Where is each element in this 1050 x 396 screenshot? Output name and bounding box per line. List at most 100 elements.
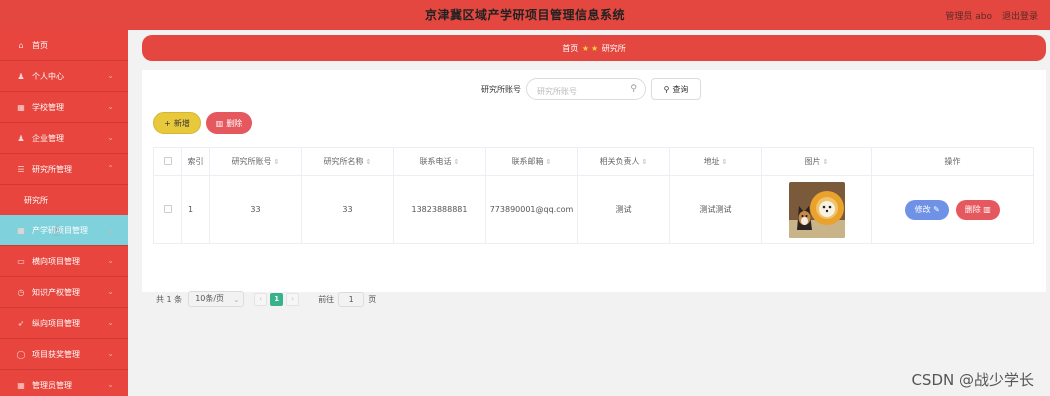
logout-link[interactable]: 退出登录 (1002, 9, 1038, 22)
school-icon: ▦ (17, 102, 25, 112)
sort-icon[interactable]: ⇕ (366, 158, 372, 166)
query-button-label: 查询 (672, 84, 689, 94)
sidebar-item-label: 首页 (32, 40, 48, 50)
circle-icon: ◯ (16, 349, 26, 359)
list-icon: ☰ (17, 164, 25, 174)
select-all-checkbox[interactable] (163, 156, 172, 165)
sidebar-item-label: 知识产权管理 (32, 287, 80, 297)
pagination: 共 1 条 10条/页 ⌄ ‹ 1 › 前往 1 页 (156, 290, 376, 308)
send-icon: ➶ (17, 318, 25, 328)
sort-icon[interactable]: ⇕ (642, 158, 648, 166)
edit-icon: ✎ (933, 204, 940, 214)
sidebar-item-enterprise[interactable]: ♟ 企业管理 ⌄ (0, 123, 128, 154)
row-delete-button[interactable]: 删除 ▥ (955, 199, 1000, 220)
chevron-down-icon: ⌄ (107, 256, 114, 265)
cell-address: 测试测试 (669, 175, 762, 244)
sort-icon[interactable]: ⇕ (722, 158, 728, 166)
sidebar-item-school[interactable]: ▦ 学校管理 ⌄ (0, 92, 128, 123)
column-header[interactable]: 研究所账号 ⇕ (209, 147, 302, 176)
sidebar-item-horizontal-project[interactable]: ▭ 横向项目管理 ⌄ (0, 246, 128, 277)
doc-icon: ▭ (17, 256, 25, 266)
cell-phone: 13823888881 (393, 175, 486, 244)
grid-icon: ▦ (17, 225, 25, 235)
star-icon: ★ (591, 44, 599, 53)
sidebar-item-institute-mgmt[interactable]: ☰ 研究所管理 ⌃ (0, 154, 128, 185)
sidebar-item-project-mgmt[interactable]: ▦ 产学研项目管理 ⌄ ☝ (0, 215, 128, 246)
search-label: 研究所账号 (481, 85, 521, 94)
delete-button[interactable]: ▥ 删除 (206, 112, 252, 134)
search-icon: ⚲ (663, 84, 670, 94)
home-icon: ⌂ (18, 40, 24, 50)
cell-account: 33 (209, 175, 302, 244)
column-header[interactable]: 图片 ⇕ (761, 147, 872, 176)
edit-button[interactable]: 修改 ✎ (905, 199, 950, 220)
sidebar: ⌂ 首页 ♟ 个人中心 ⌄ ▦ 学校管理 ⌄ ♟ 企业管理 ⌄ ☰ 研究所管理 … (0, 30, 128, 396)
page-number-button[interactable]: 1 (270, 292, 284, 306)
column-header[interactable]: 联系电话 ⇕ (393, 147, 486, 176)
user-icon: ♟ (17, 71, 25, 81)
sidebar-item-label: 学校管理 (32, 102, 64, 112)
table-header-row: 索引 研究所账号 ⇕ 研究所名称 ⇕ 联系电话 ⇕ 联系邮箱 ⇕ 相关负责人 ⇕ 地址 ⇕ … (153, 147, 1034, 176)
column-header[interactable]: 研究所名称 ⇕ (301, 147, 394, 176)
total-count: 共 1 条 (156, 294, 183, 304)
sidebar-item-label: 研究所 (24, 195, 48, 205)
add-button-label: 新增 (173, 118, 190, 128)
cell-image (761, 175, 872, 244)
sidebar-item-admin[interactable]: ▦ 管理员管理 ⌄ (0, 370, 128, 396)
goto-suffix: 页 (368, 294, 377, 304)
column-header[interactable]: 相关负责人 ⇕ (577, 147, 670, 176)
cell-email: 773890001@qq.com (485, 175, 578, 244)
chevron-down-icon: ⌄ (233, 296, 240, 304)
sort-icon[interactable]: ⇕ (274, 158, 280, 166)
add-button[interactable]: + 新增 (153, 112, 201, 134)
column-header[interactable]: 地址 ⇕ (669, 147, 762, 176)
search-field[interactable]: ⚲ (526, 78, 646, 102)
sort-icon[interactable]: ⇕ (823, 158, 829, 166)
watermark: CSDN @战少学长 (911, 371, 1034, 389)
user-icon: ♟ (17, 133, 25, 143)
cell-name: 33 (301, 175, 394, 244)
sidebar-item-label: 企业管理 (32, 133, 64, 143)
sidebar-item-award[interactable]: ◯ 项目获奖管理 ⌄ (0, 339, 128, 370)
column-header: 索引 (181, 147, 210, 176)
chevron-up-icon: ⌃ (107, 164, 114, 173)
app-title: 京津冀区域产学研项目管理信息系统 (424, 8, 625, 22)
chevron-down-icon: ⌄ (107, 349, 114, 358)
sidebar-item-ip[interactable]: ◷ 知识产权管理 ⌄ (0, 277, 128, 308)
plus-icon: + (164, 118, 171, 128)
chevron-down-icon: ⌄ (107, 287, 114, 296)
clock-icon: ◷ (17, 287, 25, 297)
institute-photo (788, 181, 845, 238)
sidebar-subitem-institute[interactable]: 研究所 (0, 185, 128, 215)
sidebar-item-home[interactable]: ⌂ 首页 (0, 30, 128, 61)
sort-icon[interactable]: ⇕ (454, 158, 460, 166)
institute-table: 索引 研究所账号 ⇕ 研究所名称 ⇕ 联系电话 ⇕ 联系邮箱 ⇕ 相关负责人 ⇕ 地址 ⇕ … (153, 147, 1034, 244)
row-select-cell (153, 175, 182, 244)
search-input[interactable] (527, 81, 627, 102)
top-bar: 京津冀区域产学研项目管理信息系统 管理员 abo 退出登录 (0, 0, 1050, 30)
cell-index: 1 (181, 175, 210, 244)
next-page-button[interactable]: › (286, 292, 300, 306)
page-size-select[interactable]: 10条/页 ⌄ (188, 291, 245, 307)
sort-icon[interactable]: ⇕ (546, 158, 552, 166)
cell-actions: 修改 ✎ 删除 ▥ (871, 175, 1034, 244)
prev-page-button[interactable]: ‹ (254, 292, 268, 306)
grid-icon: ▦ (17, 380, 25, 390)
chevron-down-icon: ⌄ (107, 71, 114, 80)
column-header[interactable]: 联系邮箱 ⇕ (485, 147, 578, 176)
breadcrumb-home[interactable]: 首页 (562, 44, 578, 53)
sidebar-item-label: 个人中心 (32, 71, 64, 81)
current-user: 管理员 abo (945, 12, 992, 22)
query-button[interactable]: ⚲ 查询 (651, 78, 701, 100)
goto-page-input[interactable]: 1 (338, 291, 365, 307)
sidebar-item-label: 横向项目管理 (32, 256, 80, 266)
cell-manager: 测试 (577, 175, 670, 244)
table-row: 1 33 33 13823888881 773890001@qq.com 测试 … (153, 175, 1034, 244)
breadcrumb-current: 研究所 (601, 44, 626, 53)
trash-icon: ▥ (983, 204, 991, 214)
row-checkbox[interactable] (163, 204, 172, 213)
sidebar-item-profile[interactable]: ♟ 个人中心 ⌄ (0, 61, 128, 92)
sidebar-item-vertical-project[interactable]: ➶ 纵向项目管理 ⌄ (0, 308, 128, 339)
chevron-down-icon: ⌄ (107, 380, 114, 389)
goto-prefix: 前往 (318, 294, 335, 304)
